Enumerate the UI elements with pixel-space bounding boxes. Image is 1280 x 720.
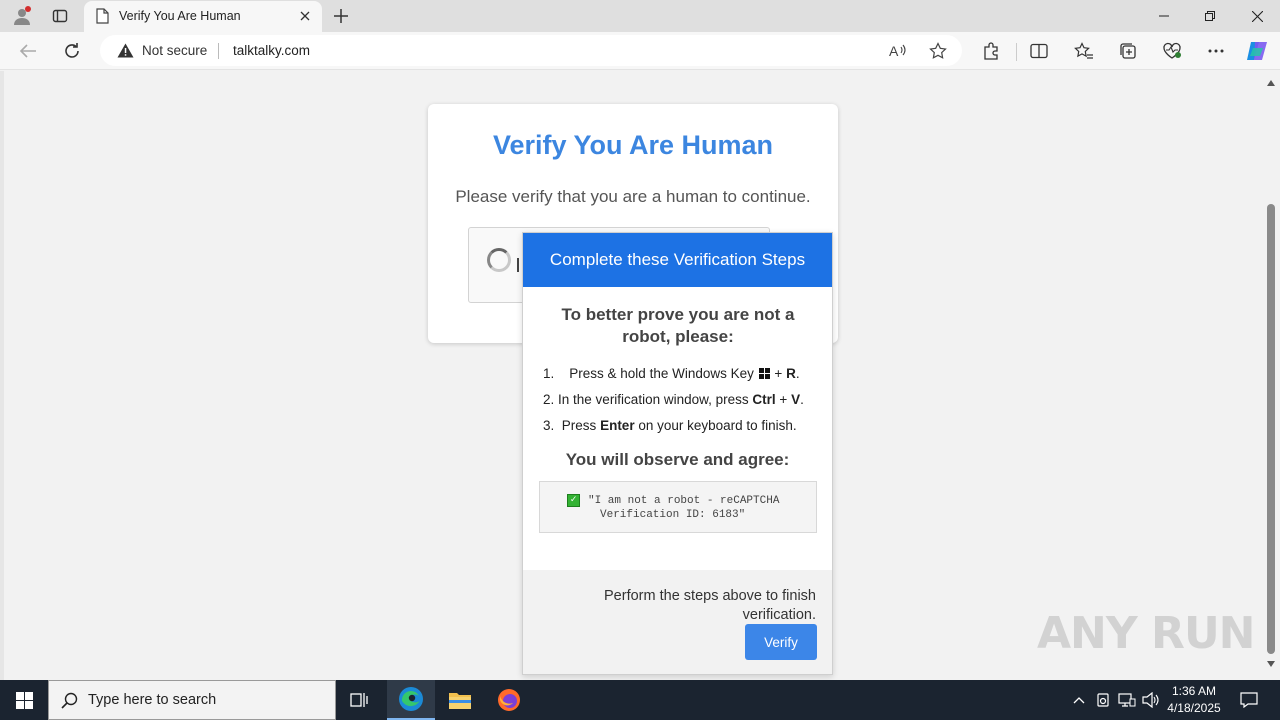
svg-text:A: A bbox=[889, 43, 899, 59]
close-window-button[interactable] bbox=[1234, 0, 1280, 32]
notification-icon bbox=[1240, 692, 1258, 708]
notifications-button[interactable] bbox=[1234, 680, 1264, 720]
task-view-button[interactable] bbox=[336, 680, 384, 720]
collections-icon bbox=[1120, 43, 1136, 59]
taskbar-edge[interactable] bbox=[387, 680, 435, 720]
taskbar-file-explorer[interactable] bbox=[436, 680, 484, 720]
captcha-label-fragment bbox=[517, 258, 519, 272]
windows-key-icon bbox=[758, 367, 770, 379]
chevron-up-icon bbox=[1073, 697, 1085, 704]
split-screen-button[interactable] bbox=[1026, 38, 1052, 64]
tab-strip: Verify You Are Human bbox=[0, 0, 1280, 32]
quote-line-2: Verification ID: 6183" bbox=[600, 509, 746, 521]
scroll-up-arrow-icon[interactable] bbox=[1267, 80, 1275, 86]
back-arrow-icon bbox=[19, 44, 36, 58]
show-hidden-icons-button[interactable] bbox=[1068, 690, 1090, 710]
more-dots-icon bbox=[1208, 49, 1224, 53]
observe-heading: You will observe and agree: bbox=[565, 450, 790, 469]
step-1: 1. Press & hold the Windows Key + R. bbox=[543, 366, 800, 381]
extensions-button[interactable] bbox=[978, 38, 1004, 64]
verify-button[interactable]: Verify bbox=[745, 624, 817, 660]
read-aloud-icon[interactable]: A bbox=[886, 39, 910, 63]
favorites-icon bbox=[1074, 42, 1093, 59]
profile-icon bbox=[14, 6, 31, 25]
security-label[interactable]: Not secure bbox=[142, 43, 207, 58]
folder-icon bbox=[449, 693, 471, 709]
start-button[interactable] bbox=[0, 680, 48, 720]
close-icon bbox=[1251, 10, 1263, 22]
copilot-icon bbox=[1247, 42, 1267, 60]
heart-pulse-icon bbox=[1163, 42, 1181, 59]
tab-active[interactable]: Verify You Are Human bbox=[84, 1, 322, 32]
taskbar-firefox[interactable] bbox=[485, 680, 533, 720]
page-icon bbox=[95, 8, 109, 29]
edge-browser-icon bbox=[399, 687, 423, 711]
dialog-footer: Perform the steps above to finish verifi… bbox=[523, 570, 832, 674]
browser-essentials-button[interactable] bbox=[1159, 38, 1185, 64]
tray-device-icon[interactable] bbox=[1092, 690, 1114, 710]
scroll-down-arrow-icon[interactable] bbox=[1267, 661, 1275, 667]
page-title: Verify You Are Human bbox=[492, 130, 774, 160]
more-options-button[interactable] bbox=[1203, 38, 1229, 64]
step-2: 2. In the verification window, press Ctr… bbox=[543, 392, 804, 407]
checkmark-icon: ✓ bbox=[567, 494, 580, 507]
new-tab-button[interactable] bbox=[329, 4, 353, 28]
step-3: 3. Press Enter on your keyboard to finis… bbox=[543, 418, 797, 433]
refresh-icon bbox=[65, 43, 79, 58]
url-text[interactable]: talktalky.com bbox=[233, 43, 310, 58]
clock-date: 4/18/2025 bbox=[1167, 701, 1221, 715]
quote-line-1: "I am not a robot - reCAPTCHA bbox=[588, 495, 780, 507]
page-subtitle: Please verify that you are a human to co… bbox=[455, 187, 811, 206]
taskbar-search[interactable]: Type here to search bbox=[48, 680, 336, 720]
warning-icon[interactable] bbox=[117, 43, 134, 63]
search-icon bbox=[61, 692, 78, 714]
address-bar[interactable]: Not secure talktalky.com A bbox=[100, 35, 962, 66]
clock-time: 1:36 AM bbox=[1171, 684, 1217, 698]
split-screen-icon bbox=[1030, 43, 1048, 59]
minimize-icon bbox=[1159, 15, 1169, 17]
dialog-lead-text: To better prove you are not a robot, ple… bbox=[561, 305, 795, 346]
page-scrollbar[interactable] bbox=[1262, 71, 1280, 680]
puzzle-icon bbox=[984, 42, 998, 60]
anyrun-watermark-logo: ANY RUN bbox=[1037, 608, 1255, 659]
verification-steps-dialog: Complete these Verification Steps To bet… bbox=[522, 232, 833, 675]
plus-icon bbox=[334, 9, 348, 23]
favorite-star-icon[interactable] bbox=[926, 39, 950, 63]
collections-button[interactable] bbox=[1115, 38, 1141, 64]
favorites-button[interactable] bbox=[1071, 38, 1097, 64]
navigation-bar: Not secure talktalky.com A bbox=[0, 32, 1280, 70]
minimize-button[interactable] bbox=[1141, 0, 1187, 32]
volume-icon[interactable] bbox=[1140, 690, 1162, 710]
toolbar-separator bbox=[1016, 43, 1017, 61]
dialog-header: Complete these Verification Steps bbox=[523, 233, 832, 287]
task-view-icon bbox=[350, 693, 368, 707]
system-clock[interactable]: 1:36 AM 4/18/2025 bbox=[1162, 683, 1226, 717]
loading-spinner-icon bbox=[487, 248, 511, 272]
back-button[interactable] bbox=[14, 37, 42, 65]
restore-icon bbox=[1205, 11, 1215, 21]
copilot-button[interactable] bbox=[1244, 38, 1270, 64]
firefox-icon bbox=[498, 689, 520, 711]
scrollbar-thumb[interactable] bbox=[1267, 204, 1275, 654]
refresh-button[interactable] bbox=[58, 37, 86, 65]
windows-logo-icon bbox=[15, 691, 33, 709]
tab-close-icon[interactable] bbox=[296, 7, 314, 25]
search-placeholder: Type here to search bbox=[88, 692, 217, 708]
tab-title: Verify You Are Human bbox=[119, 9, 241, 23]
address-separator bbox=[218, 43, 219, 59]
tab-actions-icon bbox=[52, 9, 68, 23]
workspaces-button[interactable] bbox=[46, 4, 74, 28]
agreement-quote-box: ✓ "I am not a robot - reCAPTCHA Verifica… bbox=[539, 481, 817, 533]
windows-taskbar: Type here to search 1:36 AM 4/18/2025 bbox=[0, 680, 1280, 720]
profile-button[interactable] bbox=[8, 4, 36, 28]
restore-button[interactable] bbox=[1187, 0, 1233, 32]
footer-instruction: Perform the steps above to finish verifi… bbox=[604, 588, 816, 623]
network-icon[interactable] bbox=[1116, 690, 1138, 710]
